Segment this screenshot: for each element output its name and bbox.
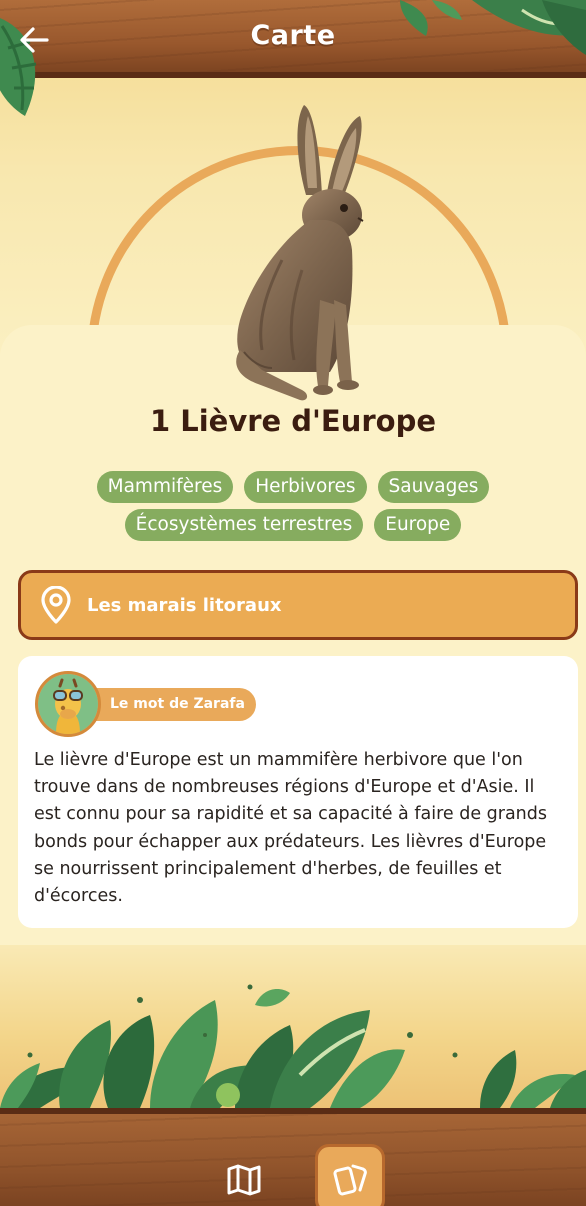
leaf-decoration-right: [400, 0, 586, 55]
cards-icon: [333, 1164, 367, 1196]
tag-list: Mammifères Herbivores Sauvages Écosystèm…: [40, 471, 546, 541]
giraffe-icon: [38, 674, 98, 734]
tag-europe[interactable]: Europe: [374, 509, 462, 541]
map-icon: [227, 1164, 261, 1196]
hare-image: [236, 105, 364, 401]
map-pin-icon: [41, 586, 71, 624]
quote-text: Le lièvre d'Europe est un mammifère herb…: [34, 750, 547, 907]
jungle-foliage-decoration: [0, 984, 586, 1108]
nav-cards-button[interactable]: [315, 1144, 385, 1206]
tag-herbivores[interactable]: Herbivores: [244, 471, 367, 503]
back-button[interactable]: [12, 18, 56, 62]
arrow-left-icon: [20, 27, 49, 53]
zarafa-quote-card: Le mot de Zarafa Le lièvre d'Europe est …: [18, 656, 578, 928]
location-label: Les marais litoraux: [87, 594, 282, 616]
animal-title: 1 Lièvre d'Europe: [149, 404, 437, 438]
quote-badge: Le mot de Zarafa: [82, 688, 256, 721]
nav-map-button[interactable]: [222, 1160, 266, 1200]
bottom-navigation: [0, 1108, 586, 1206]
tag-mammiferes[interactable]: Mammifères: [96, 471, 234, 503]
tag-sauvages[interactable]: Sauvages: [377, 471, 490, 503]
giraffe-avatar: [35, 671, 101, 737]
location-button[interactable]: Les marais litoraux: [18, 570, 578, 640]
tag-ecosystemes-terrestres[interactable]: Écosystèmes terrestres: [124, 509, 364, 541]
